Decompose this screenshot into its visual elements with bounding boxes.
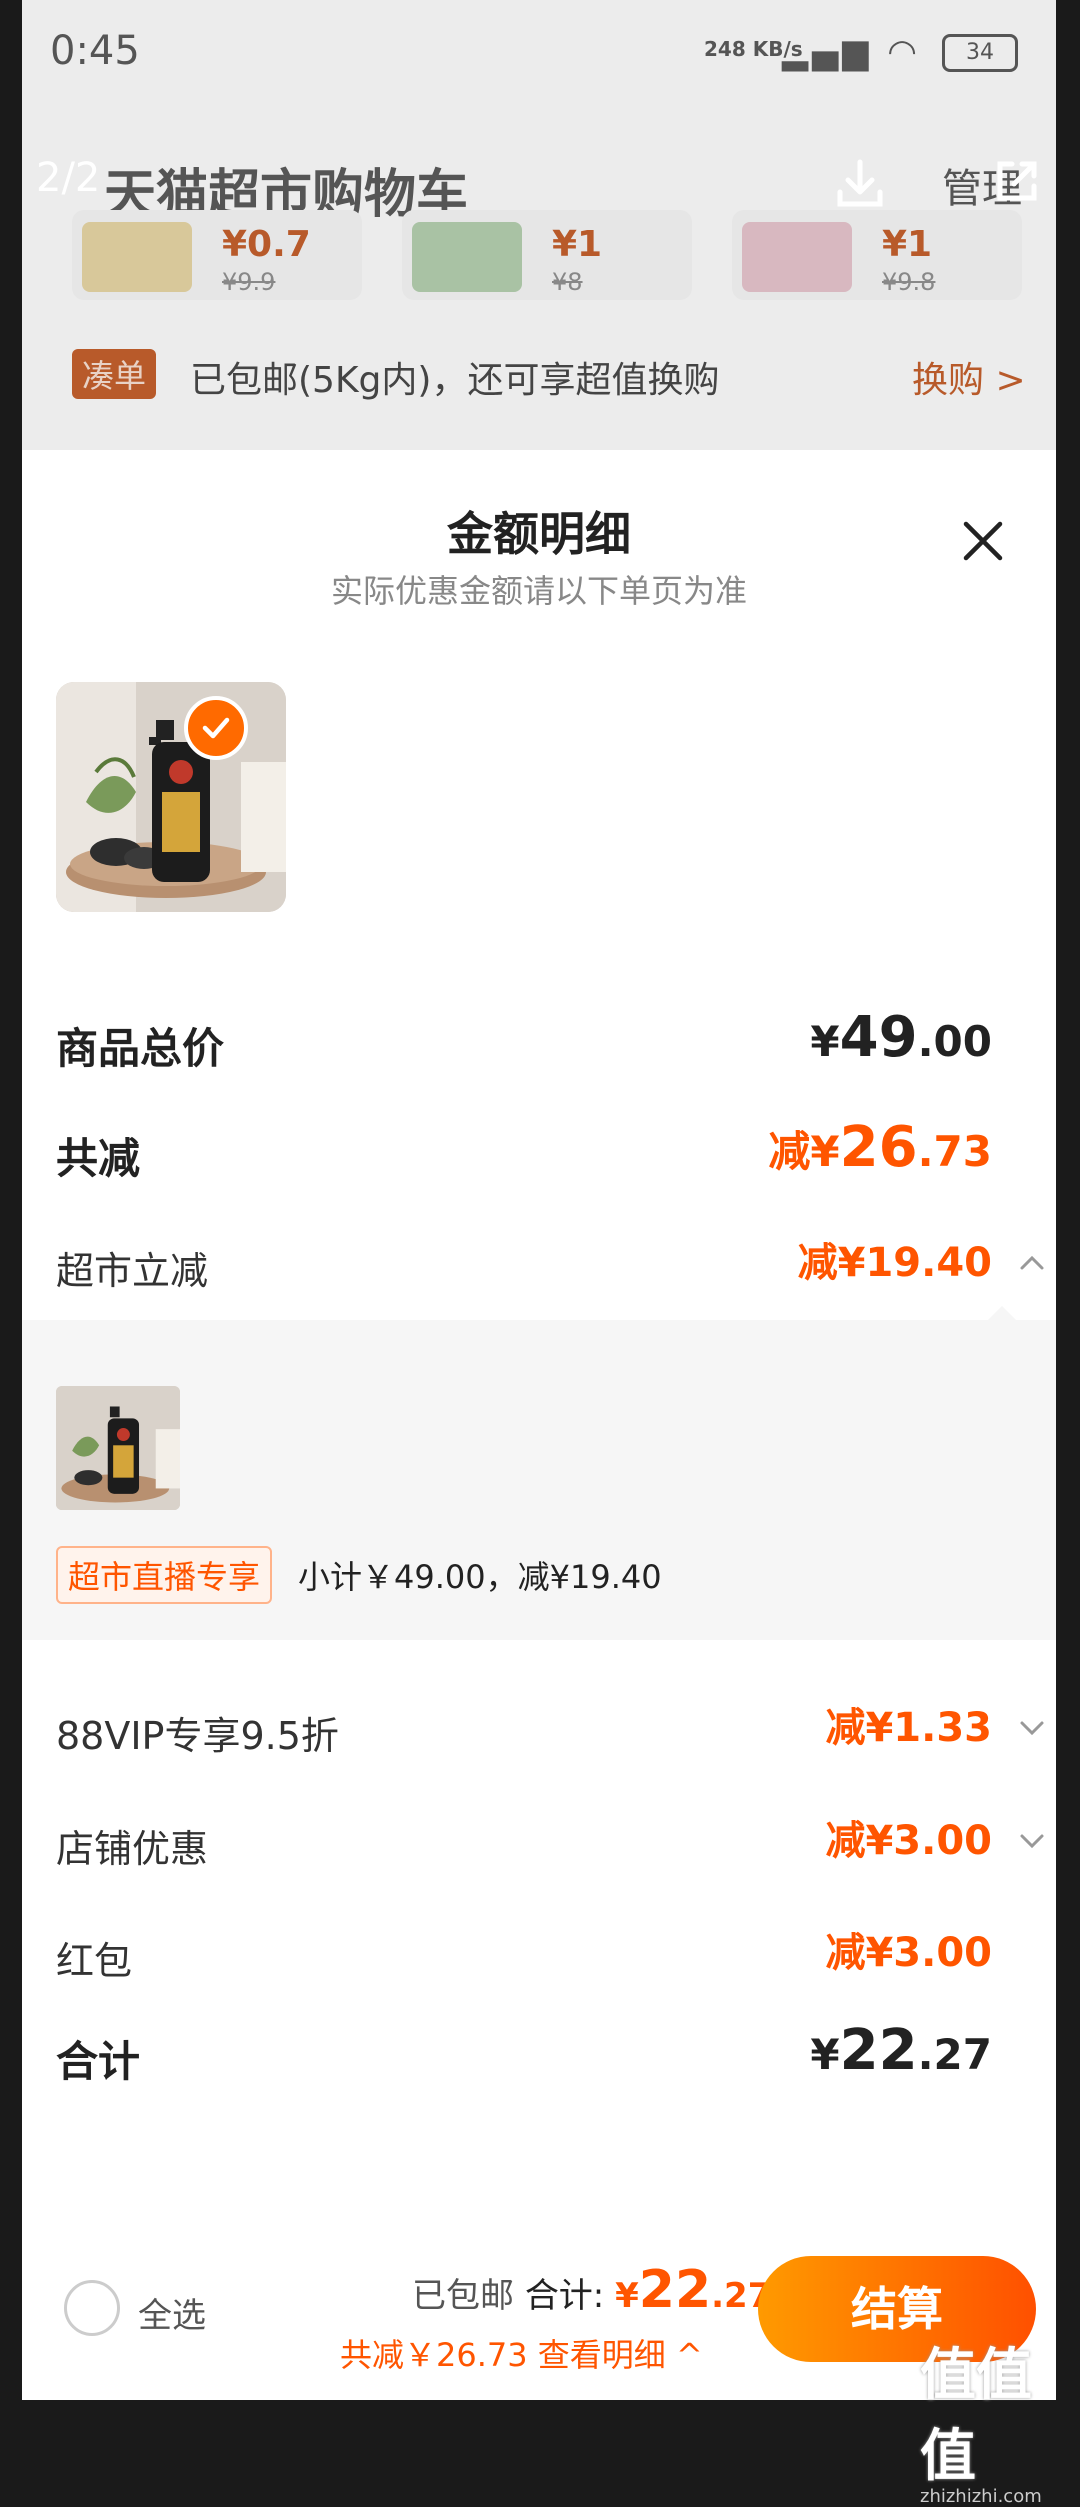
market-reduce-row[interactable]: 超市立减 减¥19.40 [56,1230,1044,1300]
shop-discount-label: 店铺优惠 [56,1827,209,1871]
thumb-original-price: ¥9.8 [882,268,936,296]
thumb-price: ¥1 [882,224,933,265]
total-price-row: 商品总价 ¥49.00 [56,1005,1022,1075]
thumb-price: ¥1 [552,224,603,265]
sheet-title: 金额明细 [447,507,631,561]
bundle-tag: 凑单 [72,349,157,399]
thumb-original-price: ¥9.9 [222,268,276,296]
status-time: 0:45 [50,28,140,74]
cart-thumb-row: ¥0.7 ¥9.9 ¥1 ¥8 ¥1 ¥9.8 [72,210,1032,300]
vip-discount-value: 减¥1.33 [825,1705,992,1751]
status-bar: 0:45 248 KB/s ▂▄▆ ◠ 34 [22,0,1056,110]
view-detail-link[interactable]: 查看明细 ^ [538,2336,703,2374]
share-icon[interactable] [992,156,1042,206]
footer-total: 已包邮 合计: ¥22.27 [412,2260,771,2320]
product-image [82,222,192,292]
save-line: 共减￥26.73 查看明细 ^ [340,2330,703,2376]
product-image [412,222,522,292]
cart-thumb-item[interactable]: ¥1 ¥9.8 [732,210,1022,300]
product-image [56,682,286,912]
red-packet-row: 红包 减¥3.00 [56,1920,1022,1990]
thumb-original-price: ¥8 [552,268,583,296]
product-image [742,222,852,292]
cart-header: 2/2 天猫超市购物车 管理 [22,130,1056,225]
cart-page-background: 0:45 248 KB/s ▂▄▆ ◠ 34 2/2 天猫超市购物车 管理 ¥0… [22,0,1056,450]
thumb-price: ¥0.7 [222,224,311,265]
cart-thumb-item[interactable]: ¥1 ¥8 [402,210,692,300]
vip-discount-label: 88VIP专享9.5折 [56,1714,339,1758]
total-price-value: ¥49.00 [810,1005,992,1070]
battery-icon: 34 [942,34,1018,72]
market-reduce-value: 减¥19.40 [797,1240,992,1286]
sheet-subtitle: 实际优惠金额请以下单页为准 [330,572,747,610]
vip-discount-row[interactable]: 88VIP专享9.5折 减¥1.33 [56,1695,1044,1765]
total-reduce-value: 减¥26.73 [768,1115,992,1180]
download-icon[interactable] [832,156,888,212]
shop-discount-value: 减¥3.00 [825,1818,992,1864]
watermark-logo: 值值值 [920,2343,1032,2489]
watermark: 值值值 zhizhizhi.com [920,2330,1080,2507]
sum-value: ¥22.27 [810,2018,992,2083]
total-reduce-label: 共减 [56,1134,141,1183]
sum-row: 合计 ¥22.27 [56,2018,1022,2088]
bundle-text: 已包邮(5Kg内)，还可享超值换购 [190,360,720,401]
red-packet-label: 红包 [56,1939,133,1983]
red-packet-value: 减¥3.00 [825,1930,992,1976]
amount-detail-sheet: 金额明细 实际优惠金额请以下单页为准 商品总价 ¥49.00 共减 减¥26.7… [22,450,1056,2400]
selected-check-icon[interactable] [184,696,248,760]
page-indicator: 2/2 [36,155,101,201]
total-price-label: 商品总价 [56,1024,225,1073]
select-all-checkbox[interactable] [64,2280,120,2336]
select-all-label[interactable]: 全选 [138,2288,206,2337]
subtotal-text: 小计￥49.00，减¥19.40 [298,1558,662,1596]
cart-thumb-item[interactable]: ¥0.7 ¥9.9 [72,210,362,300]
chevron-up-icon[interactable] [1018,1250,1046,1274]
total-reduce-row: 共减 减¥26.73 [56,1115,1022,1185]
market-reduce-label: 超市立减 [56,1249,209,1293]
checkout-bar: 全选 已包邮 合计: ¥22.27 共减￥26.73 查看明细 ^ 结算 [22,2230,1056,2400]
shipping-text: 已包邮 [412,2276,514,2316]
panel-pointer [988,1306,1016,1320]
watermark-site: zhizhizhi.com [920,2486,1042,2507]
close-icon[interactable] [960,518,1006,564]
shop-discount-row[interactable]: 店铺优惠 减¥3.00 [56,1808,1044,1878]
total-label: 合计: [524,2276,605,2316]
market-reduce-detail-panel: 超市直播专享 小计￥49.00，减¥19.40 [22,1306,1056,1640]
chevron-down-icon[interactable] [1018,1715,1046,1739]
bundle-bar: 凑单 已包邮(5Kg内)，还可享超值换购 换购 > [72,345,1032,405]
promo-badge: 超市直播专享 [56,1546,273,1604]
product-thumbnail [56,1386,180,1510]
footer-total-value: ¥22.27 [615,2260,772,2320]
total-saved-text: 共减￥26.73 [340,2336,528,2374]
sum-label: 合计 [56,2037,141,2086]
chevron-down-icon[interactable] [1018,1828,1046,1852]
swap-link[interactable]: 换购 > [912,351,1026,403]
signal-wifi-icons: ▂▄▆ ◠ [782,32,921,72]
